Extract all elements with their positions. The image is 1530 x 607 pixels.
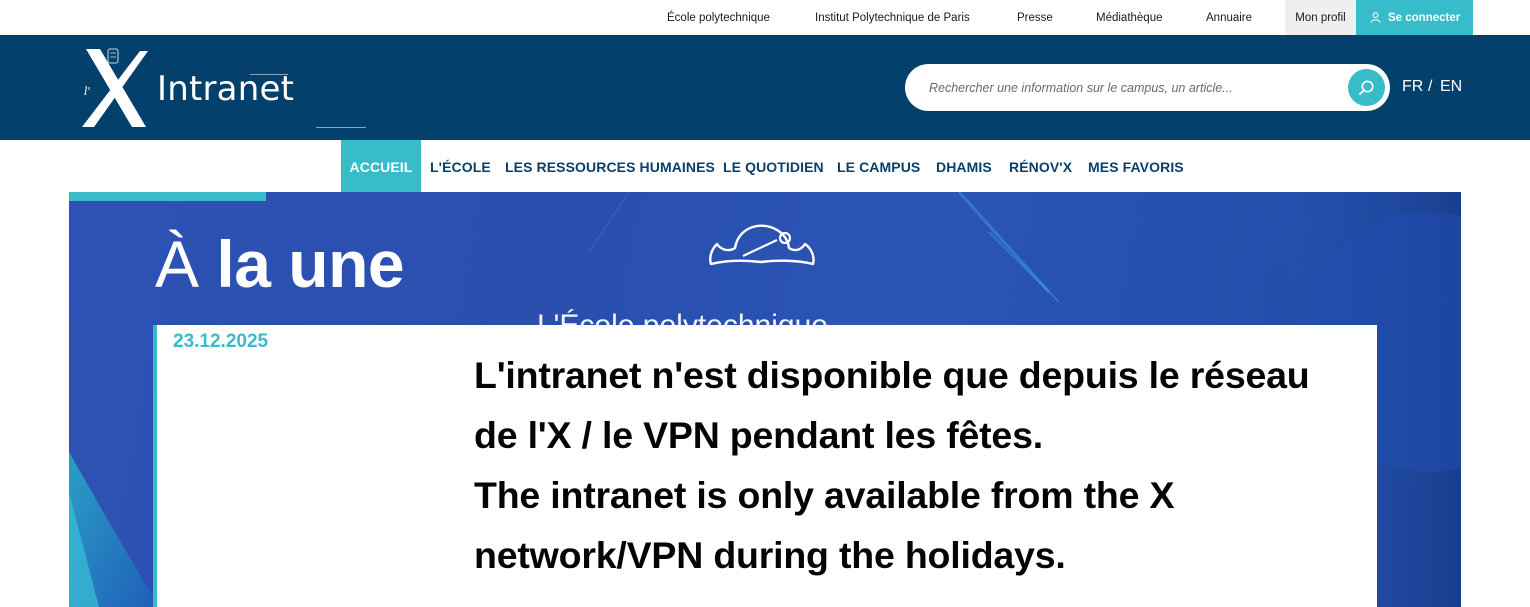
nav-ressources-humaines[interactable]: LES RESSOURCES HUMAINES (505, 140, 715, 192)
user-icon (1370, 12, 1381, 23)
hero-title-bold: la une (216, 227, 405, 301)
profile-button[interactable]: Mon profil (1285, 0, 1356, 35)
nav-accueil[interactable]: ACCUEIL (341, 140, 421, 192)
link-presse[interactable]: Presse (1017, 0, 1053, 35)
nav-dhamis[interactable]: DHAMIS (936, 140, 992, 192)
hero-title: À la une (155, 226, 405, 302)
link-mediatheque[interactable]: Médiathèque (1096, 0, 1163, 35)
article-headline[interactable]: L'intranet n'est disponible que depuis l… (474, 345, 1374, 585)
logo-wordmark: Intranet (157, 69, 295, 109)
logo-rule-bottom (316, 127, 366, 128)
search-input[interactable] (929, 64, 1339, 111)
login-label: Se connecter (1388, 12, 1461, 24)
intranet-logo[interactable]: l' Intranet (80, 47, 366, 129)
search-button[interactable] (1348, 69, 1385, 106)
site-header: l' Intranet FR / EN (0, 35, 1530, 140)
nav-ecole[interactable]: L'ÉCOLE (430, 140, 491, 192)
hero-title-light: À (155, 227, 199, 301)
headline-line: network/VPN during the holidays. (474, 534, 1066, 576)
utility-bar: École polytechnique Institut Polytechniq… (0, 0, 1530, 35)
nav-quotidien[interactable]: LE QUOTIDIEN (723, 140, 824, 192)
link-annuaire[interactable]: Annuaire (1206, 0, 1252, 35)
link-ecole-polytechnique[interactable]: École polytechnique (667, 0, 770, 35)
article-date: 23.12.2025 (173, 331, 269, 352)
x-logo-icon: l' (82, 48, 148, 127)
search-bar (905, 64, 1390, 111)
main-nav: ACCUEIL L'ÉCOLE LES RESSOURCES HUMAINES … (0, 140, 1530, 192)
svg-text:l': l' (84, 85, 91, 98)
nav-campus[interactable]: LE CAMPUS (837, 140, 920, 192)
lang-fr-link[interactable]: FR (1402, 78, 1423, 96)
login-button[interactable]: Se connecter (1356, 0, 1473, 35)
lang-en-link[interactable]: EN (1440, 78, 1462, 96)
search-icon (1359, 80, 1374, 95)
lang-separator: / (1428, 78, 1433, 95)
featured-article-card[interactable]: 23.12.2025 L'intranet n'est disponible q… (153, 325, 1377, 607)
headline-line: The intranet is only available from the … (474, 474, 1175, 516)
link-institut-polytechnique[interactable]: Institut Polytechnique de Paris (815, 0, 970, 35)
nav-renovx[interactable]: RÉNOV'X (1009, 140, 1072, 192)
headline-line: de l'X / le VPN pendant les fêtes. (474, 414, 1043, 456)
headline-line: L'intranet n'est disponible que depuis l… (474, 354, 1310, 396)
nav-mes-favoris[interactable]: MES FAVORIS (1088, 140, 1184, 192)
hero-accent-bar (69, 192, 266, 201)
bicorne-hat-icon (709, 224, 815, 266)
